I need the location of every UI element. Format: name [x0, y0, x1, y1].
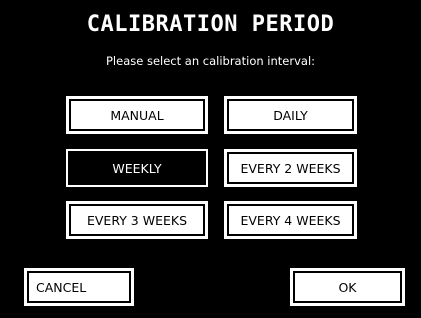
ok-button-label: OK	[338, 279, 357, 295]
cancel-button-label: CANCEL	[36, 279, 87, 295]
option-every-2-weeks-button[interactable]: EVERY 2 WEEKS	[224, 149, 357, 187]
option-daily-label: DAILY	[273, 107, 308, 123]
option-weekly-label: WEEKLY	[112, 160, 162, 176]
option-every-3-weeks-button[interactable]: EVERY 3 WEEKS	[66, 201, 208, 239]
ok-button[interactable]: OK	[290, 268, 405, 306]
option-every-4-weeks-label: EVERY 4 WEEKS	[240, 212, 341, 228]
calibration-period-screen: CALIBRATION PERIOD Please select an cali…	[0, 0, 421, 318]
instruction-text: Please select an calibration interval:	[105, 54, 316, 68]
option-every-3-weeks-label: EVERY 3 WEEKS	[86, 212, 188, 228]
option-manual-label: MANUAL	[110, 107, 164, 123]
cancel-button[interactable]: CANCEL	[24, 268, 134, 306]
option-manual-button[interactable]: MANUAL	[66, 96, 208, 134]
option-every-2-weeks-label: EVERY 2 WEEKS	[240, 160, 341, 176]
option-weekly-button[interactable]: WEEKLY	[66, 149, 208, 187]
option-daily-button[interactable]: DAILY	[224, 96, 357, 134]
page-title: CALIBRATION PERIOD	[86, 12, 335, 37]
option-every-4-weeks-button[interactable]: EVERY 4 WEEKS	[224, 201, 357, 239]
